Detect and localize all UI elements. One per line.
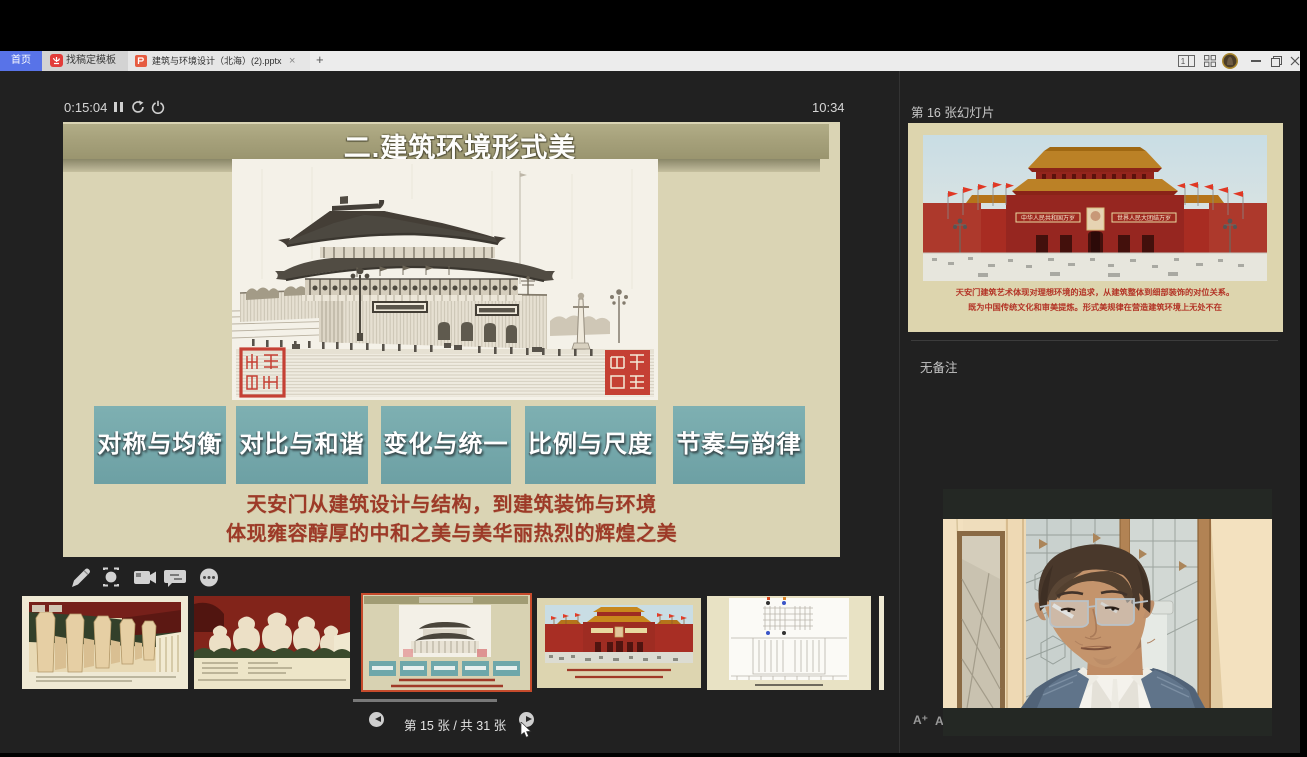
svg-text:1: 1 xyxy=(1181,57,1186,66)
svg-text:既为中国传统文化和审美提炼。形式美规律在营造建筑环境上无处不: 既为中国传统文化和审美提炼。形式美规律在营造建筑环境上无处不在 xyxy=(968,302,1222,312)
svg-text:世界人民大团结万岁: 世界人民大团结万岁 xyxy=(1117,214,1171,222)
svg-text:天安门建筑艺术体现对理想环境的追求，从建筑整体到细部装饰的对: 天安门建筑艺术体现对理想环境的追求，从建筑整体到细部装饰的对位关系。 xyxy=(956,287,1234,297)
svg-text:中华人民共和国万岁: 中华人民共和国万岁 xyxy=(1021,214,1075,222)
